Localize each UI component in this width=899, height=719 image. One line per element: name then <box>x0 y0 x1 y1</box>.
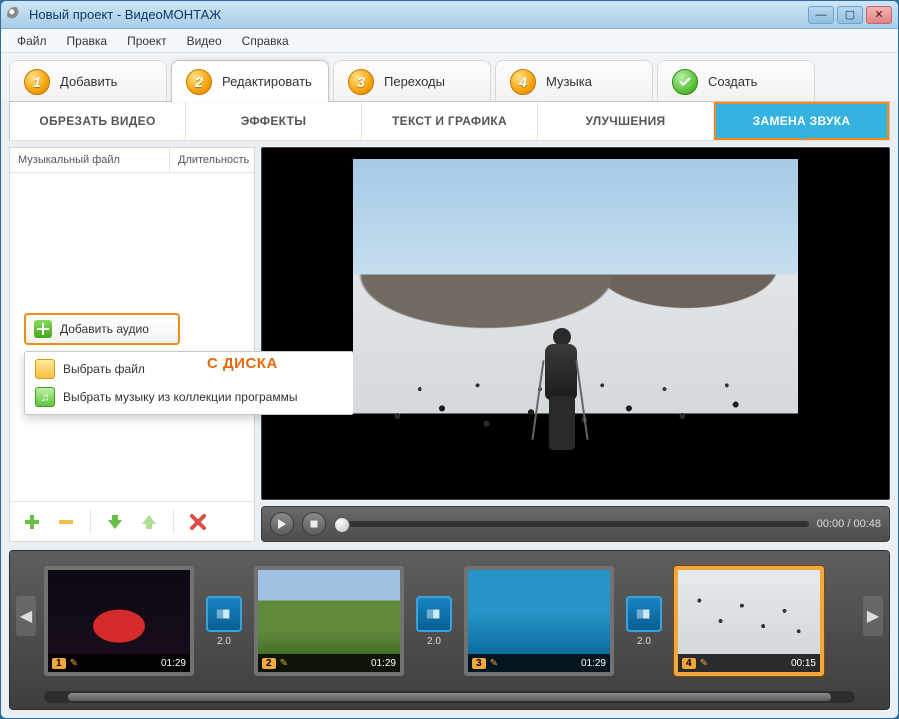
clip-duration: 01:29 <box>581 658 606 669</box>
close-button[interactable]: ✕ <box>866 6 892 24</box>
timeline-prev-button[interactable]: ◀ <box>16 596 36 636</box>
audio-table-body: Добавить аудио С ДИСКА Выбрать файл ♫ Вы… <box>10 173 254 501</box>
clip-index: 4 <box>682 658 696 669</box>
timeline-clip[interactable]: 1 ✎ 01:29 <box>44 566 194 676</box>
timeline-scrollbar[interactable] <box>44 691 855 703</box>
step-create[interactable]: Создать <box>657 60 815 102</box>
plus-icon <box>34 320 52 338</box>
subtab-improve[interactable]: УЛУЧШЕНИЯ <box>537 102 713 140</box>
titlebar: Новый проект - ВидеоМОНТАЖ — ▢ ✕ <box>1 1 898 29</box>
step-badge-1: 1 <box>24 69 50 95</box>
pencil-icon[interactable]: ✎ <box>280 658 288 669</box>
clip-index: 3 <box>472 658 486 669</box>
menu-video[interactable]: Видео <box>179 32 230 50</box>
video-frame-image <box>353 159 798 489</box>
timeline-clip[interactable]: 4 ✎ 00:15 <box>674 566 824 676</box>
add-item-button[interactable] <box>20 510 44 534</box>
move-up-button[interactable] <box>137 510 161 534</box>
remove-item-button[interactable] <box>54 510 78 534</box>
maximize-button[interactable]: ▢ <box>837 6 863 24</box>
clip-index: 1 <box>52 658 66 669</box>
pencil-icon[interactable]: ✎ <box>700 658 708 669</box>
timeline-clip[interactable]: 2 ✎ 01:29 <box>254 566 404 676</box>
add-audio-button[interactable]: Добавить аудио <box>24 313 180 345</box>
video-preview[interactable] <box>261 147 890 500</box>
step-badge-4: 4 <box>510 69 536 95</box>
audio-table-header: Музыкальный файл Длительность <box>10 148 254 173</box>
workflow-tabs: 1 Добавить 2 Редактировать 3 Переходы 4 … <box>1 53 898 101</box>
music-notes-icon: ♫ <box>35 387 55 407</box>
transition-icon <box>206 596 242 632</box>
clip-duration: 01:29 <box>371 658 396 669</box>
transition-duration: 2.0 <box>624 636 664 647</box>
menu-edit[interactable]: Правка <box>59 32 116 50</box>
add-audio-label: Добавить аудио <box>60 322 149 336</box>
clip-duration: 00:15 <box>791 658 816 669</box>
checkmark-icon <box>672 69 698 95</box>
timeline-next-button[interactable]: ▶ <box>863 596 883 636</box>
delete-button[interactable] <box>186 510 210 534</box>
main-area: Музыкальный файл Длительность Добавить а… <box>9 147 890 542</box>
player-controls: 00:00 / 00:48 <box>261 506 890 542</box>
step-edit[interactable]: 2 Редактировать <box>171 60 329 102</box>
menu-project[interactable]: Проект <box>119 32 175 50</box>
step-label: Создать <box>708 74 757 89</box>
col-duration: Длительность <box>170 148 254 172</box>
transition-icon <box>626 596 662 632</box>
add-audio-menu: С ДИСКА Выбрать файл ♫ Выбрать музыку из… <box>24 351 354 415</box>
clip-duration: 01:29 <box>161 658 186 669</box>
col-file: Музыкальный файл <box>10 148 170 172</box>
seek-slider[interactable] <box>334 521 809 527</box>
timeline-clip[interactable]: 3 ✎ 01:29 <box>464 566 614 676</box>
audio-panel: Музыкальный файл Длительность Добавить а… <box>9 147 255 542</box>
transition-slot[interactable]: 2.0 <box>414 596 454 647</box>
menu-choose-library[interactable]: ♫ Выбрать музыку из коллекции программы <box>25 383 353 411</box>
step-label: Переходы <box>384 74 445 89</box>
step-label: Добавить <box>60 74 117 89</box>
preview-panel: 00:00 / 00:48 <box>261 147 890 542</box>
folder-icon <box>35 359 55 379</box>
step-badge-2: 2 <box>186 69 212 95</box>
play-button[interactable] <box>270 512 294 536</box>
step-label: Редактировать <box>222 74 312 89</box>
step-transitions[interactable]: 3 Переходы <box>333 60 491 102</box>
step-label: Музыка <box>546 74 592 89</box>
minimize-button[interactable]: — <box>808 6 834 24</box>
menubar: Файл Правка Проект Видео Справка <box>1 29 898 53</box>
time-display: 00:00 / 00:48 <box>817 518 881 530</box>
step-add[interactable]: 1 Добавить <box>9 60 167 102</box>
step-music[interactable]: 4 Музыка <box>495 60 653 102</box>
menu-choose-file[interactable]: Выбрать файл <box>25 355 353 383</box>
audio-list-toolbar <box>10 501 254 541</box>
subtab-text[interactable]: ТЕКСТ И ГРАФИКА <box>361 102 537 140</box>
step-badge-3: 3 <box>348 69 374 95</box>
app-window: Новый проект - ВидеоМОНТАЖ — ▢ ✕ Файл Пр… <box>0 0 899 719</box>
transition-slot[interactable]: 2.0 <box>624 596 664 647</box>
pencil-icon[interactable]: ✎ <box>490 658 498 669</box>
menu-help[interactable]: Справка <box>234 32 297 50</box>
move-down-button[interactable] <box>103 510 127 534</box>
stop-button[interactable] <box>302 512 326 536</box>
timeline-clips: 1 ✎ 01:29 2.0 2 ✎ 01:29 <box>44 557 855 685</box>
subtab-crop[interactable]: ОБРЕЗАТЬ ВИДЕО <box>10 102 185 140</box>
window-title: Новый проект - ВидеоМОНТАЖ <box>29 7 221 22</box>
edit-subtabs: ОБРЕЗАТЬ ВИДЕО ЭФФЕКТЫ ТЕКСТ И ГРАФИКА У… <box>9 102 890 141</box>
app-icon <box>7 7 23 23</box>
subtab-effects[interactable]: ЭФФЕКТЫ <box>185 102 361 140</box>
timeline: ◀ ▶ 1 ✎ 01:29 2.0 2 <box>9 550 890 710</box>
transition-slot[interactable]: 2.0 <box>204 596 244 647</box>
clip-index: 2 <box>262 658 276 669</box>
transition-duration: 2.0 <box>414 636 454 647</box>
transition-icon <box>416 596 452 632</box>
transition-duration: 2.0 <box>204 636 244 647</box>
subtab-replace-sound[interactable]: ЗАМЕНА ЗВУКА <box>713 102 889 140</box>
pencil-icon[interactable]: ✎ <box>70 658 78 669</box>
menu-file[interactable]: Файл <box>9 32 55 50</box>
